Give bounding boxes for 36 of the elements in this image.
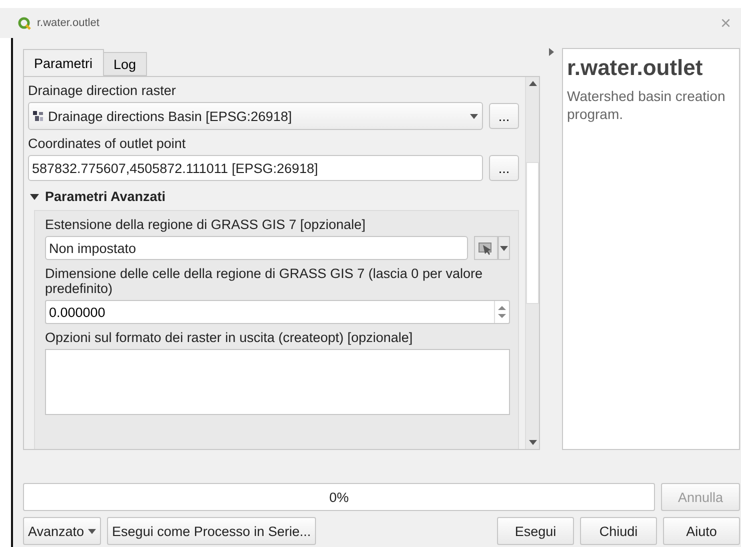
spin-arrows-icon[interactable]: [498, 305, 506, 319]
caret-icon: [500, 246, 508, 250]
browse-button[interactable]: ...: [489, 103, 519, 129]
dialog-button[interactable]: Aiuto: [663, 517, 740, 545]
cursor-icon: [478, 241, 494, 255]
field-label: Opzioni sul formato dei raster in uscita (createopt) [opzionale]: [45, 329, 414, 345]
help-title: r.water.outlet: [567, 55, 704, 81]
scroll-up-icon[interactable]: [528, 81, 536, 86]
caret-icon: [88, 528, 96, 534]
raster-layer-icon: [33, 110, 44, 122]
field-label: Drainage direction raster: [28, 82, 177, 98]
help-description: Watershed basin creation program.: [567, 87, 726, 123]
batch-button[interactable]: Esegui come Processo in Serie...: [107, 517, 316, 545]
tab[interactable]: Log: [102, 52, 148, 76]
layer-dropdown[interactable]: Drainage directions Basin [EPSG:26918]: [28, 102, 483, 130]
scrollbar[interactable]: [525, 77, 539, 449]
dropdown-button[interactable]: Avanzato: [23, 517, 102, 545]
field-label: Dimensione delle celle della regione di GRASS GIS 7 (lascia 0 per valore predefinito): [45, 265, 484, 296]
expanded-triangle-icon: [30, 192, 39, 201]
tab[interactable]: Parametri: [23, 49, 104, 76]
window-title: r.water.outlet: [37, 17, 100, 29]
caret-icon: [470, 114, 478, 118]
browse-button[interactable]: ...: [489, 155, 519, 181]
field-label: Coordinates of outlet point: [28, 135, 187, 151]
collapse-arrow-icon[interactable]: [548, 48, 554, 56]
extent-field[interactable]: Non impostato: [45, 236, 468, 260]
section-header[interactable]: Parametri Avanzati: [28, 185, 519, 206]
scroll-down-icon[interactable]: [528, 440, 536, 445]
dialog-button[interactable]: Esegui: [497, 517, 574, 545]
select-on-map-button[interactable]: [474, 236, 498, 260]
coordinates-field[interactable]: 587832.775607,4505872.111011 [EPSG:26918]: [28, 155, 483, 181]
app-logo-icon: [18, 16, 31, 30]
extent-menu-button[interactable]: [498, 236, 510, 260]
progress-bar: 0%: [23, 483, 655, 511]
dialog-button[interactable]: Chiudi: [580, 517, 657, 545]
field-label: Estensione della regione di GRASS GIS 7 [opzionale]: [45, 216, 366, 232]
